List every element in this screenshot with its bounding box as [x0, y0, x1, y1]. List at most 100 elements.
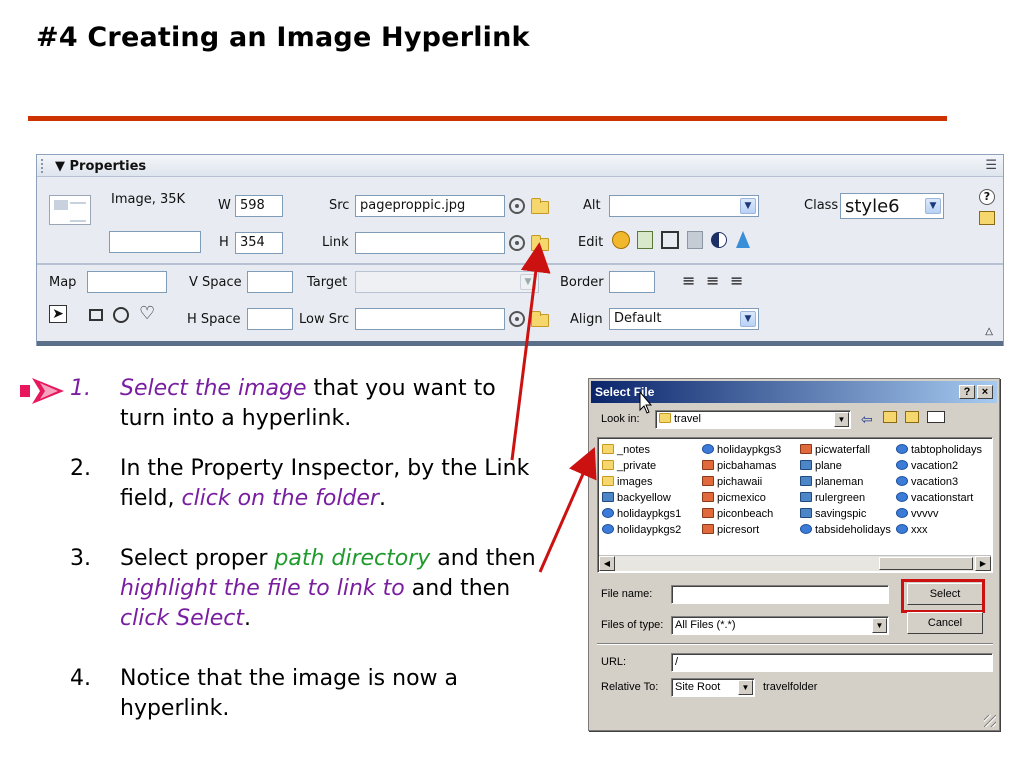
class-select[interactable]: style6 ▼ — [840, 193, 944, 219]
url-field[interactable]: / — [671, 653, 993, 672]
lowsrc-field[interactable] — [355, 308, 505, 330]
list-item[interactable]: picresort — [702, 522, 781, 538]
list-item[interactable]: picmexico — [702, 490, 781, 506]
image-file-icon — [800, 508, 812, 518]
scroll-right-icon[interactable]: ▶ — [975, 556, 991, 571]
files-of-type-select[interactable]: All Files (*.*) ▼ — [671, 616, 889, 635]
title-underline — [28, 116, 947, 121]
list-item[interactable]: savingspic — [800, 506, 891, 522]
file-name: holidaypkgs3 — [717, 444, 782, 456]
link-browse-folder-icon[interactable] — [531, 235, 549, 251]
grip-icon[interactable] — [41, 159, 47, 173]
list-item[interactable]: vacation2 — [896, 458, 982, 474]
up-folder-icon[interactable] — [883, 411, 897, 423]
vspace-field[interactable] — [247, 271, 293, 293]
scrollbar-thumb[interactable] — [879, 557, 973, 570]
file-name: tabsideholidays — [815, 524, 891, 536]
list-item[interactable]: plane — [800, 458, 891, 474]
list-item[interactable]: holidaypkgs2 — [602, 522, 681, 538]
align-right-icon[interactable]: ≡ — [730, 273, 743, 289]
list-item[interactable]: piconbeach — [702, 506, 781, 522]
src-browse-folder-icon[interactable] — [531, 198, 549, 214]
lowsrc-point-to-file-icon[interactable] — [509, 311, 525, 327]
list-item[interactable]: tabtopholidays — [896, 442, 982, 458]
chevron-down-icon[interactable]: ▼ — [872, 618, 887, 633]
view-menu-icon[interactable] — [927, 411, 945, 423]
list-item[interactable]: _notes — [602, 442, 681, 458]
chevron-down-icon[interactable]: ▼ — [738, 680, 753, 695]
cancel-button[interactable]: Cancel — [907, 612, 983, 634]
resample-icon[interactable] — [687, 231, 703, 249]
list-item[interactable]: pichawaii — [702, 474, 781, 490]
link-point-to-file-icon[interactable] — [509, 235, 525, 251]
file-name-field[interactable] — [671, 585, 889, 604]
html-file-icon — [602, 524, 614, 534]
height-field[interactable]: 354 — [235, 232, 283, 254]
circle-hotspot-icon[interactable] — [113, 307, 129, 323]
pointer-hotspot-icon[interactable]: ➤ — [49, 305, 67, 323]
list-item[interactable]: rulergreen — [800, 490, 891, 506]
property-inspector-header[interactable]: ▼ Properties ☰ — [37, 155, 1003, 177]
target-select[interactable]: ▼ — [355, 271, 539, 293]
lowsrc-browse-folder-icon[interactable] — [531, 311, 549, 327]
new-folder-icon[interactable] — [905, 411, 919, 423]
optimize-icon[interactable] — [637, 231, 653, 249]
dialog-titlebar[interactable]: Select File ? × — [591, 381, 997, 403]
fireworks-edit-icon[interactable] — [612, 231, 630, 249]
width-field[interactable]: 598 — [235, 195, 283, 217]
resize-grip-icon[interactable] — [984, 715, 996, 727]
panel-options-icon[interactable]: ☰ — [985, 158, 997, 173]
list-item[interactable]: images — [602, 474, 681, 490]
collapse-icon[interactable]: △ — [985, 327, 993, 337]
close-button[interactable]: × — [977, 385, 993, 399]
help-button[interactable]: ? — [959, 385, 975, 399]
list-item[interactable]: picwaterfall — [800, 442, 891, 458]
list-item[interactable]: vacation3 — [896, 474, 982, 490]
help-icon[interactable]: ? — [979, 189, 995, 205]
rectangle-hotspot-icon[interactable] — [89, 309, 103, 321]
link-field[interactable] — [355, 232, 505, 254]
step-text-part: click Select — [120, 606, 245, 631]
image-file-icon — [702, 476, 714, 486]
list-item[interactable]: backyellow — [602, 490, 681, 506]
crop-icon[interactable] — [661, 231, 679, 249]
brightness-contrast-icon[interactable] — [711, 232, 727, 248]
src-field[interactable]: pageproppic.jpg — [355, 195, 505, 217]
sharpen-icon[interactable] — [736, 231, 750, 248]
chevron-down-icon[interactable]: ▼ — [740, 311, 756, 327]
list-item[interactable]: planeman — [800, 474, 891, 490]
hspace-field[interactable] — [247, 308, 293, 330]
scroll-left-icon[interactable]: ◀ — [599, 556, 615, 571]
horizontal-scrollbar[interactable]: ◀ ▶ — [599, 555, 991, 571]
chevron-down-icon[interactable]: ▼ — [740, 198, 756, 214]
align-select[interactable]: Default ▼ — [609, 308, 759, 330]
look-in-select[interactable]: travel ▼ — [655, 410, 851, 429]
align-left-icon[interactable]: ≡ — [682, 273, 695, 289]
panel-title: ▼ Properties — [55, 159, 147, 174]
list-item[interactable]: tabsideholidays — [800, 522, 891, 538]
list-item[interactable]: holidaypkgs3 — [702, 442, 781, 458]
border-field[interactable] — [609, 271, 655, 293]
list-item[interactable]: picbahamas — [702, 458, 781, 474]
list-item[interactable]: vacationstart — [896, 490, 982, 506]
point-to-file-icon[interactable] — [509, 198, 525, 214]
list-item[interactable]: _private — [602, 458, 681, 474]
panel-bottom-border — [37, 341, 1003, 346]
back-icon[interactable]: ⇦ — [861, 411, 873, 428]
relative-to-select[interactable]: Site Root ▼ — [671, 678, 755, 697]
list-item[interactable]: xxx — [896, 522, 982, 538]
list-item[interactable]: vvvvv — [896, 506, 982, 522]
align-center-icon[interactable]: ≡ — [706, 273, 719, 289]
chevron-down-icon[interactable]: ▼ — [520, 274, 536, 290]
list-item[interactable]: holidaypkgs1 — [602, 506, 681, 522]
chevron-down-icon[interactable]: ▼ — [834, 412, 849, 427]
polygon-hotspot-icon[interactable]: ♡ — [139, 305, 155, 323]
image-name-field[interactable] — [109, 231, 201, 253]
file-list[interactable]: _notes _private images backyellow holida… — [597, 437, 993, 573]
quick-tag-editor-icon[interactable] — [979, 211, 995, 225]
alt-select[interactable]: ▼ — [609, 195, 759, 217]
step-text-part: Select proper — [120, 546, 275, 571]
chevron-down-icon[interactable]: ▼ — [925, 198, 941, 214]
image-file-icon — [602, 492, 614, 502]
map-field[interactable] — [87, 271, 167, 293]
